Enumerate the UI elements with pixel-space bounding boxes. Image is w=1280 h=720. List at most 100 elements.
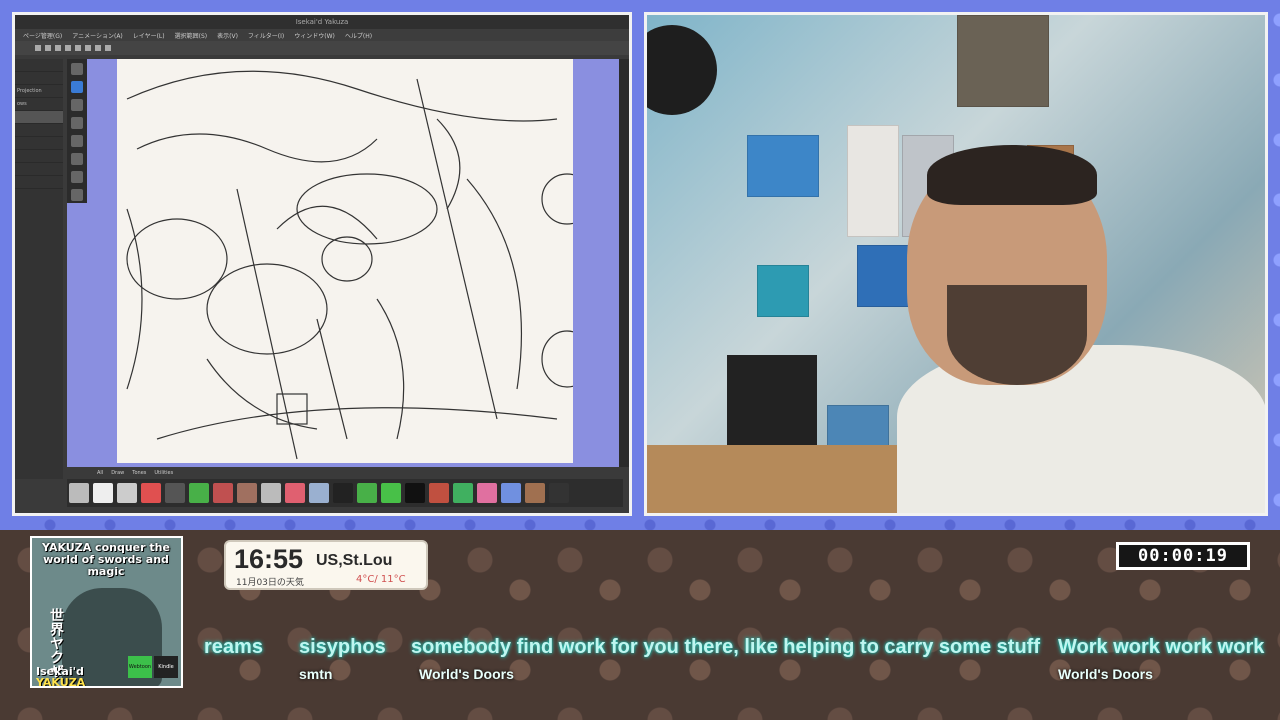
brush-swatch[interactable]	[357, 483, 377, 503]
panel-row[interactable]: Projection	[15, 85, 63, 98]
book-title: YAKUZA conquer the world of swords and m…	[42, 541, 170, 578]
brush-swatch[interactable]	[69, 483, 89, 503]
clock-widget: 16:55 US,St.Lou 11月03日の天気 4°C/ 11°C	[224, 540, 428, 590]
book-subtitle-2: YAKUZA	[36, 676, 86, 688]
brush-swatch[interactable]	[285, 483, 305, 503]
clock-date: 11月03日の天気	[236, 578, 304, 588]
brush-swatch[interactable]	[501, 483, 521, 503]
panel-row[interactable]	[15, 59, 63, 72]
brush-swatch[interactable]	[165, 483, 185, 503]
clock-location: US,St.Lou	[316, 552, 393, 569]
person-beard	[947, 285, 1087, 385]
sketch-drawing	[126, 70, 593, 460]
menu-item[interactable]: ページ管理(G)	[23, 31, 62, 40]
brush-swatch[interactable]	[309, 483, 329, 503]
chat-text: sisyphos	[299, 636, 386, 658]
brush-tabs: All Draw Tones Utilities	[67, 467, 629, 479]
clear-icon[interactable]	[55, 45, 61, 51]
deselect-icon[interactable]	[75, 45, 81, 51]
stream-timer: 00:00:19	[1116, 542, 1250, 570]
chat-author: World's Doors	[419, 666, 514, 682]
eyedropper-icon[interactable]	[71, 153, 83, 165]
panel-row[interactable]	[15, 72, 63, 85]
brush-swatch[interactable]	[117, 483, 137, 503]
menu-item[interactable]: 選択範囲(S)	[175, 31, 208, 40]
webcam-feed	[644, 12, 1268, 516]
eraser-icon[interactable]	[71, 99, 83, 111]
pen-icon[interactable]	[71, 81, 83, 93]
app-menubar: ページ管理(G) アニメーション(A) レイヤー(L) 選択範囲(S) 表示(V…	[15, 29, 629, 41]
brush-swatch[interactable]	[261, 483, 281, 503]
app-titlebar: Isekai'd Yakuza	[15, 15, 629, 29]
brush-swatch[interactable]	[333, 483, 353, 503]
brush-tab[interactable]: Tones	[132, 470, 146, 476]
brush-swatch[interactable]	[429, 483, 449, 503]
invert-icon[interactable]	[85, 45, 91, 51]
person-hair	[927, 145, 1097, 205]
right-toolbar	[619, 59, 629, 479]
menu-item[interactable]: レイヤー(L)	[133, 31, 165, 40]
brush-swatch[interactable]	[525, 483, 545, 503]
menu-item[interactable]: アニメーション(A)	[72, 31, 123, 40]
webtoon-badge: Webtoon	[128, 656, 152, 678]
desk	[647, 445, 907, 513]
chat-author: smtn	[299, 666, 333, 682]
brush-tab[interactable]: All	[97, 470, 103, 476]
brush-swatch[interactable]	[549, 483, 569, 503]
wand-icon[interactable]	[71, 171, 83, 183]
clock-time: 16:55	[234, 544, 304, 574]
hand-icon[interactable]	[71, 189, 83, 201]
panel-row[interactable]	[15, 137, 63, 150]
layer-panel: Projection ows	[15, 59, 63, 479]
shape-icon[interactable]	[71, 135, 83, 147]
book-cover: YAKUZA conquer the world of swords and m…	[30, 536, 183, 688]
chat-text: Work work work work	[1058, 636, 1265, 658]
chat-text: somebody find work for you there, like h…	[411, 636, 1040, 658]
overlay-pattern	[0, 530, 1280, 720]
brush-swatch[interactable]	[381, 483, 401, 503]
brush-tab[interactable]: Utilities	[154, 470, 173, 476]
redo-icon[interactable]	[45, 45, 51, 51]
bucket-icon[interactable]	[71, 117, 83, 129]
command-toolbar	[15, 41, 629, 55]
brush-palette	[67, 479, 623, 507]
brush-swatch[interactable]	[453, 483, 473, 503]
panel-row-selected[interactable]	[15, 111, 63, 124]
brush-tab[interactable]: Draw	[111, 470, 124, 476]
panel-row[interactable]	[15, 150, 63, 163]
brush-swatch[interactable]	[237, 483, 257, 503]
chat-author: World's Doors	[1058, 666, 1153, 682]
poster	[757, 265, 809, 317]
menu-item[interactable]: ヘルプ(H)	[345, 31, 372, 40]
timer-value: 00:00:19	[1119, 545, 1247, 567]
crop-icon[interactable]	[105, 45, 111, 51]
brush-swatch[interactable]	[213, 483, 233, 503]
canvas-area[interactable]	[67, 59, 621, 479]
brush-swatch[interactable]	[189, 483, 209, 503]
tool-palette	[67, 59, 87, 203]
poster	[747, 135, 819, 197]
menu-item[interactable]: ウィンドウ(W)	[294, 31, 335, 40]
canvas-paper[interactable]	[117, 59, 593, 463]
menu-item[interactable]: フィルター(I)	[248, 31, 284, 40]
fill-icon[interactable]	[95, 45, 101, 51]
panel-row[interactable]	[15, 163, 63, 176]
panel-row[interactable]: ows	[15, 98, 63, 111]
poster	[957, 15, 1049, 107]
lasso-icon[interactable]	[71, 63, 83, 75]
panel-row[interactable]	[15, 176, 63, 189]
brush-swatch[interactable]	[141, 483, 161, 503]
kindle-badge: Kindle	[154, 656, 178, 678]
drawing-app-window: Isekai'd Yakuza ページ管理(G) アニメーション(A) レイヤー…	[12, 12, 632, 516]
clock-temperature: 4°C/ 11°C	[356, 574, 406, 585]
menu-item[interactable]: 表示(V)	[217, 31, 238, 40]
chat-text: reams	[204, 636, 263, 658]
brush-swatch[interactable]	[477, 483, 497, 503]
brush-swatch[interactable]	[93, 483, 113, 503]
undo-icon[interactable]	[35, 45, 41, 51]
poster	[847, 125, 899, 237]
transform-icon[interactable]	[65, 45, 71, 51]
panel-row[interactable]	[15, 124, 63, 137]
brush-swatch[interactable]	[405, 483, 425, 503]
stream-overlay-bar	[0, 530, 1280, 720]
